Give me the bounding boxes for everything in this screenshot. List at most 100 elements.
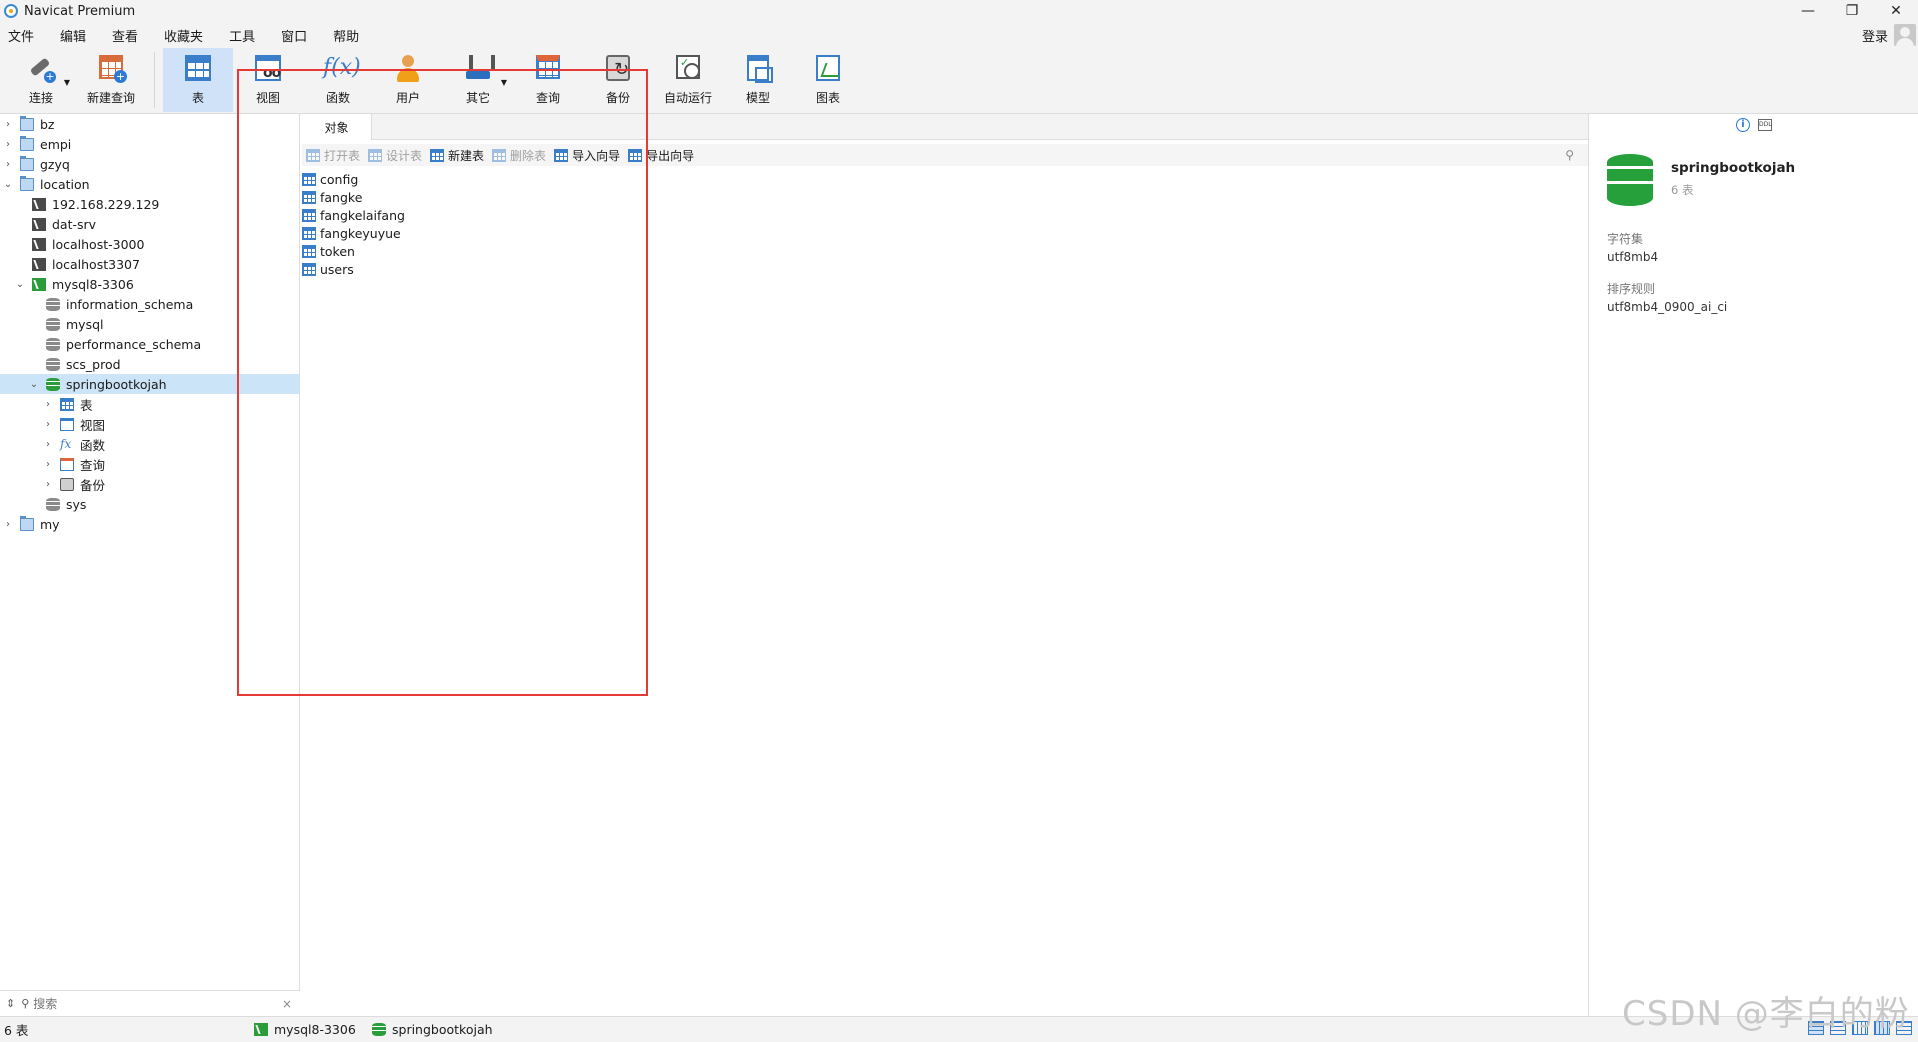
import-wizard-button[interactable]: 导入向导: [554, 147, 620, 164]
tree-item-database[interactable]: performance_schema: [0, 334, 300, 354]
table-icon: [302, 208, 316, 222]
status-database: springbootkojah: [372, 1022, 493, 1037]
table-name: users: [320, 261, 354, 277]
tree-item-my[interactable]: › my: [0, 514, 300, 534]
backup-button[interactable]: 备份: [583, 48, 653, 112]
tree-item-connection[interactable]: localhost-3000: [0, 234, 300, 254]
open-table-button[interactable]: 打开表: [306, 147, 360, 164]
tree-item-database[interactable]: sys: [0, 494, 300, 514]
status-bar: 6 表 mysql8-3306 springbootkojah: [0, 1016, 1918, 1042]
tree-item-label: bz: [40, 116, 55, 132]
table-row[interactable]: config: [302, 170, 702, 188]
menu-favorites[interactable]: 收藏夹: [164, 26, 203, 45]
grid-view-icon[interactable]: [1852, 1021, 1868, 1035]
chart-button[interactable]: 图表: [793, 48, 863, 112]
table-row[interactable]: users: [302, 260, 702, 278]
tree-search-input[interactable]: [33, 996, 264, 1011]
tree-item-label: 备份: [80, 477, 106, 493]
export-icon: [628, 148, 643, 162]
table-row[interactable]: fangkelaifang: [302, 206, 702, 224]
window-controls: — ❐ ✕: [1786, 0, 1918, 22]
tree-item-database[interactable]: scs_prod: [0, 354, 300, 374]
chevron-right-icon[interactable]: ›: [2, 159, 14, 170]
tree-item-queries[interactable]: › 查询: [0, 454, 300, 474]
info-icon[interactable]: i: [1736, 118, 1750, 132]
close-icon[interactable]: ×: [282, 997, 292, 1011]
chevron-right-icon[interactable]: ›: [42, 459, 54, 470]
chevron-down-icon[interactable]: ⌄: [2, 179, 14, 190]
menu-view[interactable]: 查看: [112, 26, 138, 45]
restore-icon[interactable]: ❐: [1830, 0, 1874, 22]
chevron-right-icon[interactable]: ›: [2, 519, 14, 530]
tree-item-database[interactable]: information_schema: [0, 294, 300, 314]
tree-item-connection[interactable]: localhost3307: [0, 254, 300, 274]
delete-table-button[interactable]: 删除表: [492, 147, 546, 164]
tree-item-location[interactable]: ⌄ location: [0, 174, 300, 194]
new-table-label: 新建表: [448, 148, 485, 163]
new-query-button[interactable]: 新建查询: [76, 48, 146, 112]
toolbar-divider: [154, 52, 155, 108]
menu-window[interactable]: 窗口: [281, 26, 307, 45]
other-button[interactable]: 其它 ▼: [443, 48, 513, 112]
function-icon: fx: [60, 436, 72, 451]
new-table-button[interactable]: 新建表: [430, 147, 484, 164]
chevron-down-icon[interactable]: ⌄: [28, 379, 40, 390]
tree-item-connection[interactable]: 192.168.229.129: [0, 194, 300, 214]
tree-item-label: gzyq: [40, 156, 70, 172]
pane-toggle-icon[interactable]: [1896, 1021, 1912, 1035]
query-button[interactable]: 查询: [513, 48, 583, 112]
tree-item-label: 192.168.229.129: [52, 196, 160, 212]
minimize-icon[interactable]: —: [1786, 0, 1830, 22]
table-row[interactable]: fangke: [302, 188, 702, 206]
tree-item-database[interactable]: mysql: [0, 314, 300, 334]
chevron-right-icon[interactable]: ›: [42, 419, 54, 430]
open-table-icon: [306, 148, 320, 162]
chevron-down-icon[interactable]: ⌄: [14, 279, 26, 290]
table-name: fangkelaifang: [320, 207, 405, 223]
search-icon[interactable]: ⚲: [1565, 148, 1574, 162]
chevron-right-icon[interactable]: ›: [42, 479, 54, 490]
user-icon: [393, 53, 423, 83]
tree-item-views[interactable]: › 视图: [0, 414, 300, 434]
chevron-right-icon[interactable]: ›: [42, 439, 54, 450]
detail-view-icon[interactable]: [1830, 1021, 1846, 1035]
menu-tools[interactable]: 工具: [229, 26, 255, 45]
table-row[interactable]: token: [302, 242, 702, 260]
list-view-icon[interactable]: [1808, 1021, 1824, 1035]
chevron-down-icon[interactable]: ▼: [64, 78, 70, 87]
user-avatar-icon[interactable]: [1894, 24, 1916, 46]
tree-item-backups[interactable]: › 备份: [0, 474, 300, 494]
folder-icon: [20, 515, 34, 531]
tree-item-springbootkojah[interactable]: ⌄ springbootkojah: [0, 374, 300, 394]
tree-item-empi[interactable]: › empi: [0, 134, 300, 154]
menu-file[interactable]: 文件: [8, 26, 34, 45]
close-icon[interactable]: ✕: [1874, 0, 1918, 22]
tree-item-connection[interactable]: dat-srv: [0, 214, 300, 234]
menu-help[interactable]: 帮助: [333, 26, 359, 45]
model-button[interactable]: 模型: [723, 48, 793, 112]
info-pane-icon[interactable]: [1874, 1021, 1890, 1035]
tree-item-bz[interactable]: › bz: [0, 114, 300, 134]
function-button[interactable]: f(x) 函数: [303, 48, 373, 112]
view-button[interactable]: 视图: [233, 48, 303, 112]
chevron-down-icon[interactable]: ▼: [501, 78, 507, 87]
connect-button[interactable]: 连接 ▼: [6, 48, 76, 112]
tree-item-functions[interactable]: › fx 函数: [0, 434, 300, 454]
table-button[interactable]: 表: [163, 48, 233, 112]
sort-icon[interactable]: ⇕: [6, 997, 15, 1010]
design-table-button[interactable]: 设计表: [368, 147, 422, 164]
tree-item-gzyq[interactable]: › gzyq: [0, 154, 300, 174]
menu-edit[interactable]: 编辑: [60, 26, 86, 45]
tree-item-tables[interactable]: › 表: [0, 394, 300, 414]
tree-item-mysql8-3306[interactable]: ⌄ mysql8-3306: [0, 274, 300, 294]
tab-objects[interactable]: 对象: [302, 114, 372, 140]
ddl-icon[interactable]: DDL: [1758, 119, 1772, 131]
chevron-right-icon[interactable]: ›: [42, 399, 54, 410]
user-button[interactable]: 用户: [373, 48, 443, 112]
chevron-right-icon[interactable]: ›: [2, 139, 14, 150]
auto-run-button[interactable]: 自动运行: [653, 48, 723, 112]
export-wizard-button[interactable]: 导出向导: [628, 147, 694, 164]
chevron-right-icon[interactable]: ›: [2, 119, 14, 130]
login-link[interactable]: 登录: [1862, 26, 1888, 45]
table-row[interactable]: fangkeyuyue: [302, 224, 702, 242]
